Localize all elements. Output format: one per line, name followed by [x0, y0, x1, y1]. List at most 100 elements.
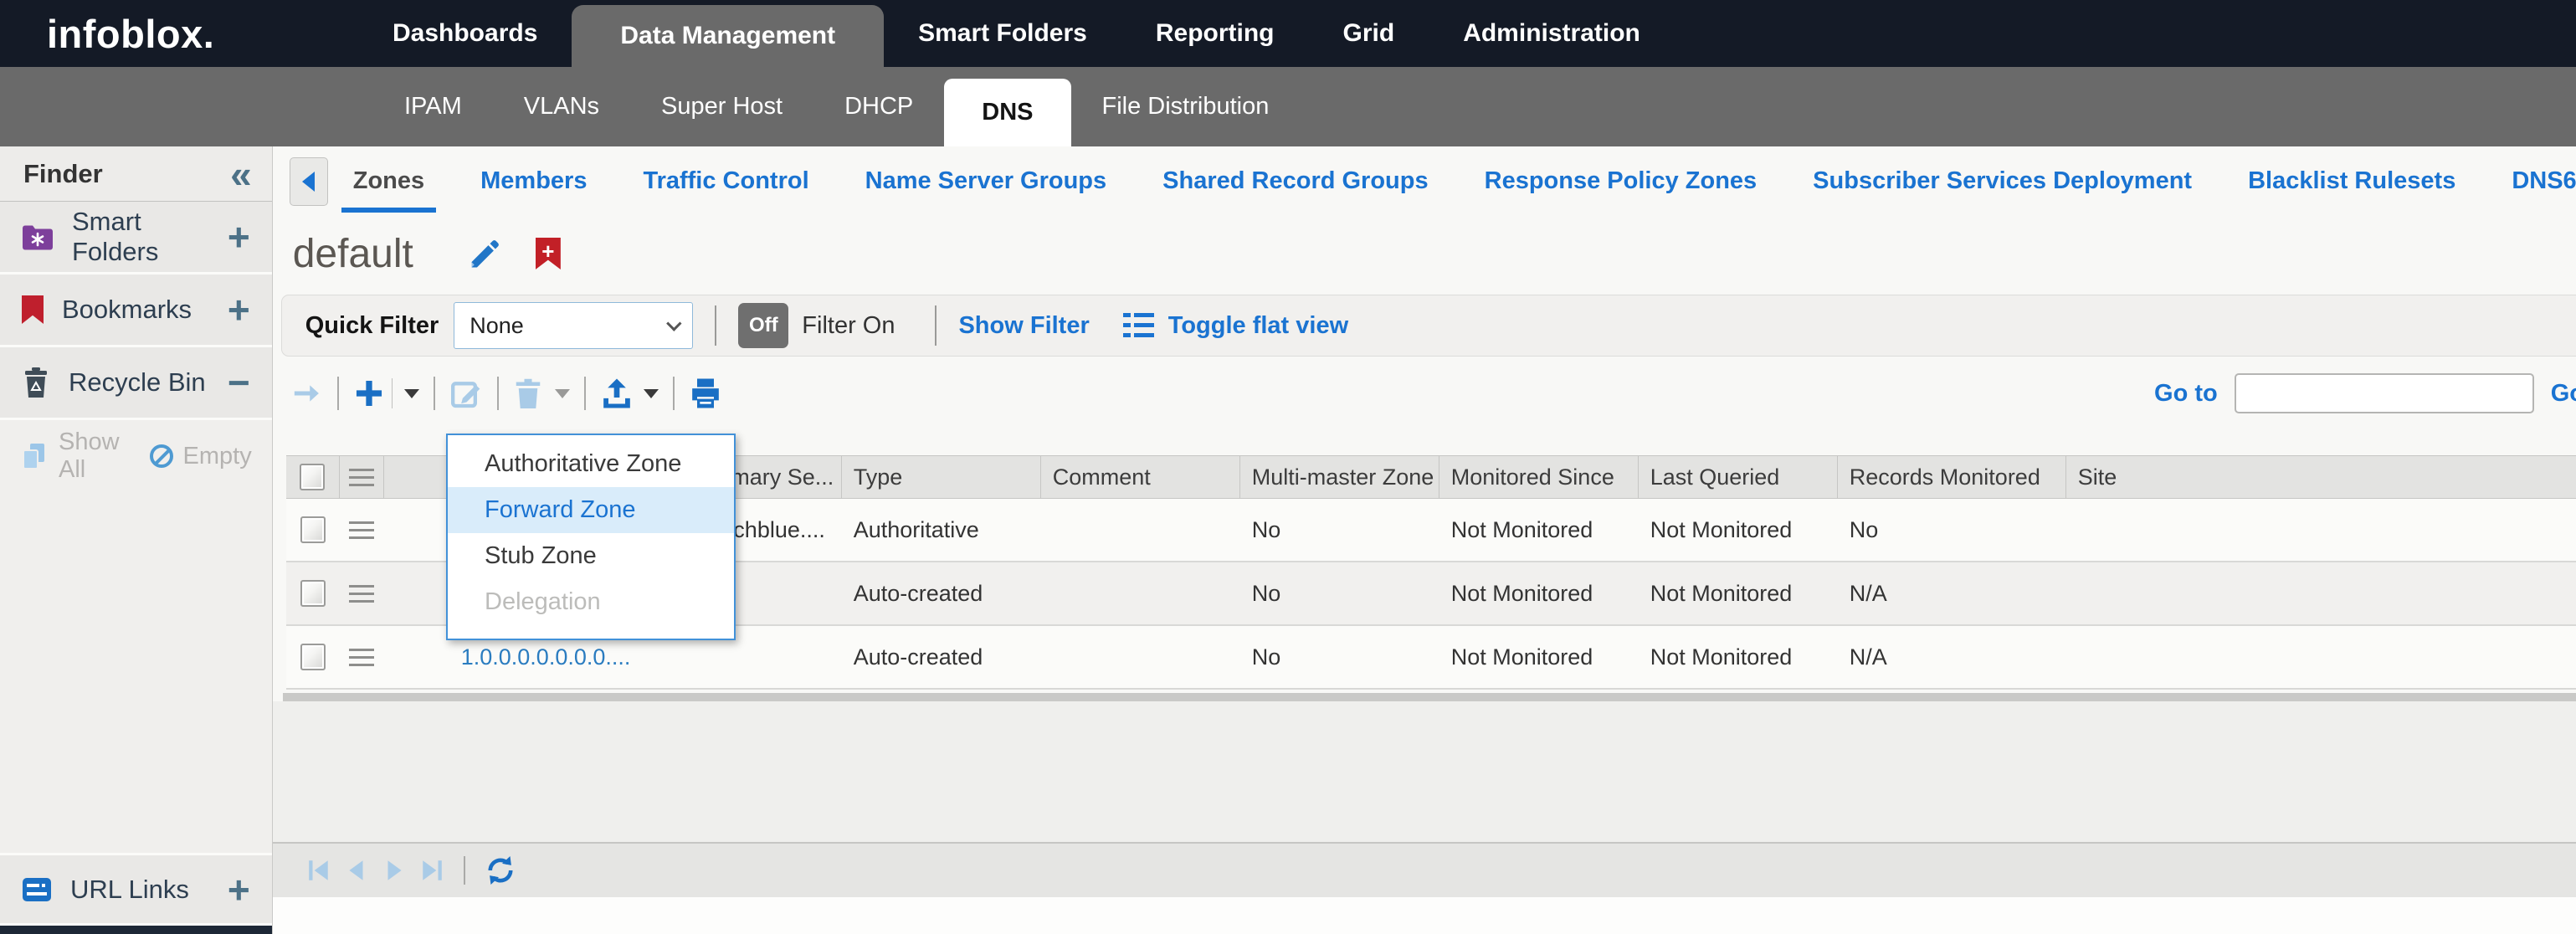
- header-monitored-since[interactable]: Monitored Since: [1439, 456, 1639, 498]
- topnav-data-management[interactable]: Data Management: [572, 5, 884, 67]
- select-all-checkbox[interactable]: [300, 464, 325, 490]
- cell-last-queried: Not Monitored: [1639, 499, 1838, 561]
- tab-response-policy-zones[interactable]: Response Policy Zones: [1485, 167, 1758, 195]
- header-records-monitored[interactable]: Records Monitored: [1838, 456, 2066, 498]
- menu-item-stub-zone[interactable]: Stub Zone: [448, 533, 734, 579]
- tab-vlans[interactable]: VLANs: [493, 67, 630, 146]
- goto-label: Go to: [2154, 380, 2218, 408]
- collapse-panel-icon[interactable]: «: [230, 157, 252, 191]
- page-title-row: default: [273, 216, 2576, 291]
- tab-super-host[interactable]: Super Host: [630, 67, 813, 146]
- tab-traffic-control[interactable]: Traffic Control: [643, 167, 808, 195]
- menu-item-delegation: Delegation: [448, 579, 734, 625]
- header-drag-cell: [340, 456, 384, 498]
- topnav-smart-folders[interactable]: Smart Folders: [884, 0, 1121, 67]
- finder-header: Finder «: [0, 146, 272, 202]
- url-links-icon: [22, 876, 52, 903]
- tab-dns[interactable]: DNS: [944, 79, 1070, 146]
- tab-subscriber-services-deployment[interactable]: Subscriber Services Deployment: [1813, 167, 2192, 195]
- tab-members[interactable]: Members: [480, 167, 587, 195]
- empty-label: Empty: [183, 443, 252, 470]
- refresh-button[interactable]: [485, 854, 516, 886]
- divider: [434, 377, 435, 410]
- sidebar-item-smart-folders[interactable]: Smart Folders +: [0, 202, 272, 275]
- toggle-flat-view-link[interactable]: Toggle flat view: [1168, 312, 1348, 340]
- divider: [715, 305, 716, 346]
- topnav-administration[interactable]: Administration: [1429, 0, 1675, 67]
- tab-name-server-groups[interactable]: Name Server Groups: [865, 167, 1107, 195]
- header-last-queried[interactable]: Last Queried: [1639, 456, 1838, 498]
- add-dropdown-caret-icon[interactable]: [404, 389, 419, 398]
- next-page-button[interactable]: [382, 858, 407, 883]
- import-export-caret-icon[interactable]: [644, 389, 659, 398]
- sidebar-item-url-links[interactable]: URL Links +: [0, 853, 272, 926]
- left-arrow-icon: [302, 172, 315, 192]
- collapse-recycle-bin-icon[interactable]: −: [228, 360, 250, 405]
- sidebar-item-label: Smart Folders: [72, 207, 209, 267]
- header-type[interactable]: Type: [842, 456, 1041, 498]
- last-page-button[interactable]: [419, 858, 444, 883]
- edit-title-icon[interactable]: [467, 235, 504, 272]
- cell-comment: [1041, 626, 1240, 688]
- cell-comment: [1041, 499, 1240, 561]
- show-all-action[interactable]: Show All: [20, 429, 120, 484]
- row-checkbox[interactable]: [300, 644, 326, 670]
- empty-action[interactable]: Empty: [150, 443, 252, 470]
- go-button[interactable]: Go: [2551, 380, 2576, 408]
- delete-button[interactable]: [513, 377, 543, 410]
- tab-dhcp[interactable]: DHCP: [813, 67, 944, 146]
- topnav-grid[interactable]: Grid: [1309, 0, 1429, 67]
- row-checkbox[interactable]: [300, 580, 326, 607]
- print-button[interactable]: [689, 377, 722, 410]
- topnav-dashboards[interactable]: Dashboards: [358, 0, 572, 67]
- add-bookmark-icon[interactable]: [536, 238, 561, 269]
- tab-ipam[interactable]: IPAM: [373, 67, 493, 146]
- cell-last-queried: Not Monitored: [1639, 562, 1838, 624]
- row-handle-icon[interactable]: [349, 521, 374, 539]
- cell-type: Authoritative: [842, 499, 1041, 561]
- divider: [497, 377, 499, 410]
- tab-blacklist-rulesets[interactable]: Blacklist Rulesets: [2248, 167, 2455, 195]
- flat-view-icon[interactable]: [1123, 311, 1157, 340]
- add-url-link-icon[interactable]: +: [228, 867, 250, 912]
- expand-smart-folders-icon[interactable]: +: [228, 214, 250, 259]
- sidebar-bottom-strip: [0, 926, 272, 934]
- open-record-button[interactable]: [290, 379, 323, 408]
- scroll-tabs-left-button[interactable]: [290, 157, 328, 206]
- menu-item-authoritative-zone[interactable]: Authoritative Zone: [448, 441, 734, 487]
- row-handle-icon[interactable]: [349, 649, 374, 666]
- menu-item-forward-zone[interactable]: Forward Zone: [448, 487, 734, 533]
- delete-dropdown-caret-icon[interactable]: [555, 389, 570, 398]
- pager-bar: [273, 842, 2576, 897]
- sidebar-item-bookmarks[interactable]: Bookmarks +: [0, 275, 272, 347]
- first-page-button[interactable]: [306, 858, 331, 883]
- column-menu-icon[interactable]: [349, 469, 374, 486]
- header-site[interactable]: Site: [2066, 456, 2576, 498]
- divider: [337, 377, 339, 410]
- header-multi-master[interactable]: Multi-master Zone: [1240, 456, 1439, 498]
- quick-filter-select[interactable]: None: [454, 302, 693, 349]
- add-button[interactable]: [353, 377, 385, 409]
- divider: [392, 378, 393, 408]
- header-comment[interactable]: Comment: [1041, 456, 1240, 498]
- filter-on-toggle[interactable]: Off: [738, 303, 788, 348]
- edit-button[interactable]: [449, 377, 483, 410]
- tab-dns64-groups[interactable]: DNS64 Groups: [2512, 167, 2576, 195]
- tab-shared-record-groups[interactable]: Shared Record Groups: [1162, 167, 1428, 195]
- show-filter-link[interactable]: Show Filter: [958, 312, 1089, 340]
- import-export-button[interactable]: [600, 377, 634, 410]
- cell-records-monitored: No: [1838, 499, 2066, 561]
- row-checkbox[interactable]: [300, 516, 326, 543]
- topnav-reporting[interactable]: Reporting: [1121, 0, 1309, 67]
- cell-site: [2066, 499, 2576, 561]
- horizontal-scrollbar[interactable]: [283, 693, 2576, 701]
- goto-input[interactable]: [2235, 373, 2534, 413]
- expand-bookmarks-icon[interactable]: +: [228, 287, 250, 332]
- row-handle-icon[interactable]: [349, 585, 374, 603]
- sidebar-item-recycle-bin[interactable]: Recycle Bin −: [0, 347, 272, 420]
- zone-name-link[interactable]: 1.0.0.0.0.0.0.0....: [461, 644, 631, 670]
- tab-zones[interactable]: Zones: [353, 167, 424, 195]
- previous-page-button[interactable]: [344, 858, 369, 883]
- cell-multi-master: No: [1240, 562, 1439, 624]
- tab-file-distribution[interactable]: File Distribution: [1071, 67, 1301, 146]
